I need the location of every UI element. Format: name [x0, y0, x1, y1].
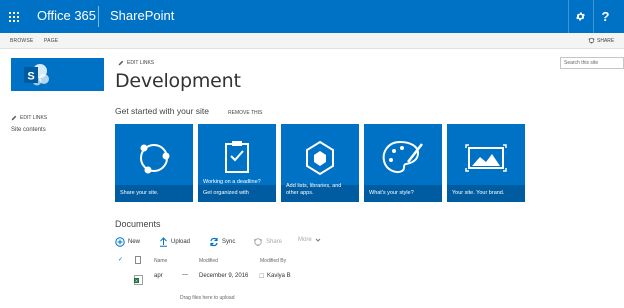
get-started-heading: Get started with your site	[115, 106, 210, 116]
tile-brand[interactable]: Your site. Your brand.	[447, 124, 525, 202]
office-365-link[interactable]: Office 365	[37, 8, 96, 23]
waffle-icon	[9, 11, 19, 22]
gear-icon	[576, 12, 585, 21]
tile-caption-top: Working on a deadline?	[203, 179, 261, 185]
share-label: SHARE	[597, 37, 615, 44]
column-header-modified[interactable]: Modified	[199, 258, 218, 264]
tile-caption: Share your site.	[120, 190, 159, 196]
tile-style[interactable]: What's your style?	[364, 124, 442, 202]
documents-heading: Documents	[115, 219, 161, 229]
share-icon	[254, 238, 262, 247]
sync-button[interactable]: Sync	[209, 237, 235, 247]
upload-label: Upload	[171, 239, 191, 245]
tile-caption: Your site. Your brand.	[452, 190, 505, 196]
image-icon	[447, 124, 525, 184]
share-site-button[interactable]: SHARE	[588, 37, 614, 44]
sharepoint-link[interactable]: SharePoint	[110, 8, 174, 23]
tile-get-organized[interactable]: Working on a deadline? Get organized wit…	[198, 124, 276, 202]
tab-browse[interactable]: BROWSE	[10, 38, 33, 44]
suite-divider	[98, 6, 99, 27]
document-type-icon	[135, 256, 141, 264]
file-modified-by[interactable]: Kaviya B	[267, 273, 291, 279]
share-icon	[115, 124, 193, 184]
new-button[interactable]: New	[115, 237, 140, 247]
sync-label: Sync	[222, 239, 236, 245]
left-edit-links-label: EDIT LINKS	[20, 115, 48, 121]
file-modified: December 9, 2016	[199, 273, 249, 279]
top-edit-links-label: EDIT LINKS	[127, 60, 155, 66]
remove-this-link[interactable]: REMOVE THIS	[228, 110, 262, 116]
svg-text:X: X	[135, 278, 138, 283]
pencil-icon	[11, 115, 17, 121]
select-all-checkmark[interactable]: ✓	[118, 256, 123, 263]
tile-caption: What's your style?	[369, 190, 414, 196]
apps-icon	[281, 124, 359, 184]
presence-indicator: ☐	[259, 274, 265, 280]
excel-file-icon: X	[134, 272, 143, 285]
search-input[interactable]: Search this site	[560, 57, 624, 69]
file-name-link[interactable]: apr	[154, 273, 163, 279]
settings-button[interactable]	[568, 0, 592, 33]
svg-text:S: S	[27, 70, 34, 82]
new-label: New	[128, 239, 141, 245]
tile-share-site[interactable]: Share your site.	[115, 124, 193, 202]
more-label: More	[298, 237, 312, 243]
tile-add-apps[interactable]: Add lists, libraries, and other apps.	[281, 124, 359, 202]
plus-circle-icon	[115, 237, 125, 247]
tile-caption: Add lists, libraries, and other apps.	[286, 183, 342, 196]
tile-caption: Get organized with	[203, 190, 249, 196]
drag-files-hint: Drag files here to upload	[180, 295, 235, 301]
page-title: Development	[115, 70, 241, 92]
share-icon	[588, 37, 595, 44]
suite-bar: Office 365 SharePoint ?	[0, 0, 624, 33]
palette-icon	[364, 124, 442, 184]
column-header-modified-by[interactable]: Modified By	[260, 258, 286, 264]
more-button[interactable]: More	[298, 237, 321, 243]
row-ellipsis-menu[interactable]: …	[182, 271, 188, 277]
tab-page[interactable]: PAGE	[44, 38, 58, 44]
share-label: Share	[266, 239, 283, 245]
site-logo[interactable]: S	[11, 58, 104, 91]
pencil-icon	[118, 60, 124, 66]
upload-button[interactable]: Upload	[159, 237, 190, 247]
chevron-down-icon	[315, 238, 321, 242]
app-launcher-button[interactable]	[0, 0, 28, 33]
share-button[interactable]: Share	[253, 237, 282, 247]
top-nav-edit-links[interactable]: EDIT LINKS	[118, 60, 154, 66]
clipboard-icon	[198, 124, 276, 184]
help-button[interactable]: ?	[593, 0, 617, 33]
sharepoint-logo-icon: S	[24, 63, 49, 85]
ribbon: BROWSE PAGE SHARE	[0, 33, 624, 49]
sync-icon	[210, 237, 218, 247]
left-nav-edit-links[interactable]: EDIT LINKS	[11, 115, 47, 121]
column-header-name[interactable]: Name	[154, 258, 167, 264]
upload-icon	[160, 237, 167, 247]
nav-site-contents[interactable]: Site contents	[11, 127, 46, 133]
